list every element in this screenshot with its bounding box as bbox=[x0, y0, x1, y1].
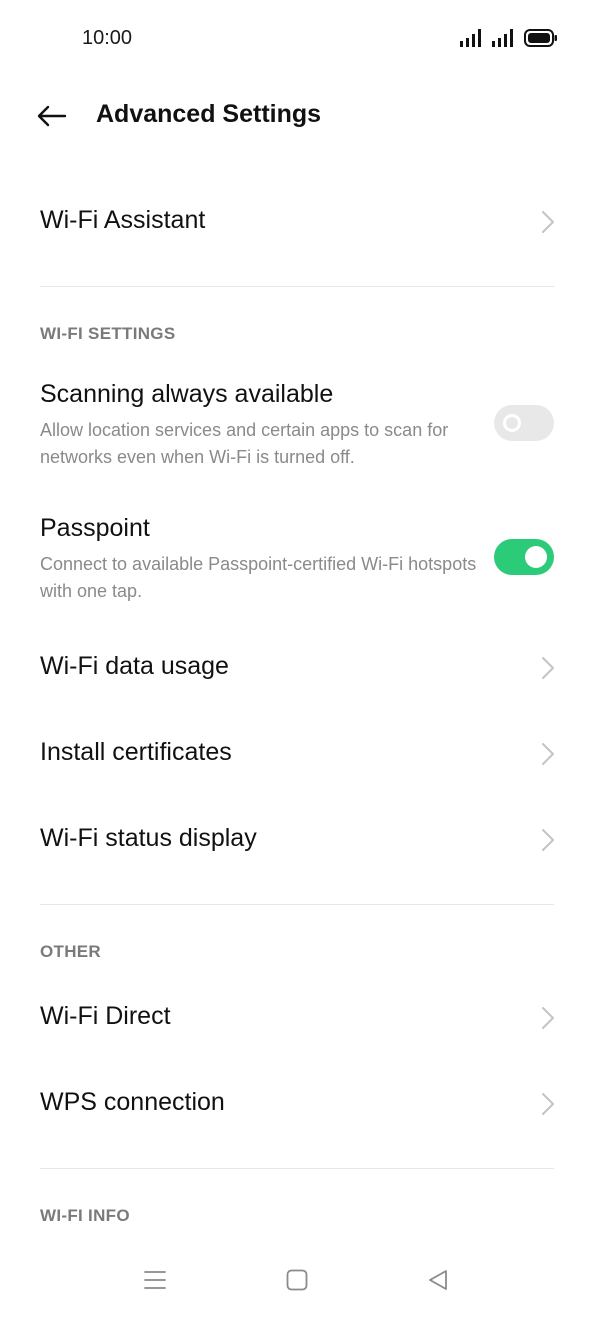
passpoint-description: Connect to available Passpoint-certified… bbox=[40, 554, 477, 601]
install-certificates-label: Install certificates bbox=[40, 738, 232, 766]
divider bbox=[40, 286, 554, 287]
wps-connection-label: WPS connection bbox=[40, 1088, 225, 1116]
recent-apps-button[interactable] bbox=[137, 1262, 173, 1298]
wifi-direct-label: Wi-Fi Direct bbox=[40, 1002, 171, 1030]
chevron-right-icon bbox=[542, 829, 554, 851]
divider bbox=[40, 1168, 554, 1169]
back-triangle-icon bbox=[429, 1270, 447, 1290]
scanning-always-available-label: Scanning always available bbox=[40, 380, 334, 408]
wifi-data-usage-label: Wi-Fi data usage bbox=[40, 652, 229, 680]
settings-list: Wi-Fi Assistant WI-FI SETTINGS Scanning … bbox=[0, 0, 594, 1240]
wifi-status-display-row[interactable]: Wi-Fi status display bbox=[0, 798, 594, 882]
home-button[interactable] bbox=[279, 1262, 315, 1298]
wifi-direct-row[interactable]: Wi-Fi Direct bbox=[0, 976, 594, 1060]
wifi-assistant-row[interactable]: Wi-Fi Assistant bbox=[0, 180, 594, 264]
scanning-always-available-row[interactable]: Scanning always available Allow location… bbox=[0, 370, 594, 482]
wifi-data-usage-row[interactable]: Wi-Fi data usage bbox=[0, 626, 594, 710]
toggle-knob bbox=[525, 546, 547, 568]
section-header-wifi-info: WI-FI INFO bbox=[40, 1206, 130, 1225]
toggle-knob bbox=[503, 414, 521, 432]
chevron-right-icon bbox=[542, 1093, 554, 1115]
section-header-wifi-settings: WI-FI SETTINGS bbox=[40, 324, 176, 343]
chevron-right-icon bbox=[542, 211, 554, 233]
scanning-always-available-toggle[interactable] bbox=[494, 405, 554, 441]
passpoint-toggle[interactable] bbox=[494, 539, 554, 575]
chevron-right-icon bbox=[542, 743, 554, 765]
wifi-status-display-label: Wi-Fi status display bbox=[40, 824, 257, 852]
chevron-right-icon bbox=[542, 657, 554, 679]
wps-connection-row[interactable]: WPS connection bbox=[0, 1062, 594, 1146]
navigation-bar bbox=[0, 1240, 594, 1320]
section-header-other: OTHER bbox=[40, 942, 101, 961]
menu-icon bbox=[144, 1271, 166, 1289]
install-certificates-row[interactable]: Install certificates bbox=[0, 712, 594, 796]
scanning-always-available-description: Allow location services and certain apps… bbox=[40, 420, 449, 467]
passpoint-label: Passpoint bbox=[40, 514, 150, 542]
system-back-button[interactable] bbox=[420, 1262, 456, 1298]
chevron-right-icon bbox=[542, 1007, 554, 1029]
divider bbox=[40, 904, 554, 905]
passpoint-row[interactable]: Passpoint Connect to available Passpoint… bbox=[0, 504, 594, 616]
wifi-assistant-label: Wi-Fi Assistant bbox=[40, 206, 206, 234]
home-square-icon bbox=[286, 1269, 308, 1291]
